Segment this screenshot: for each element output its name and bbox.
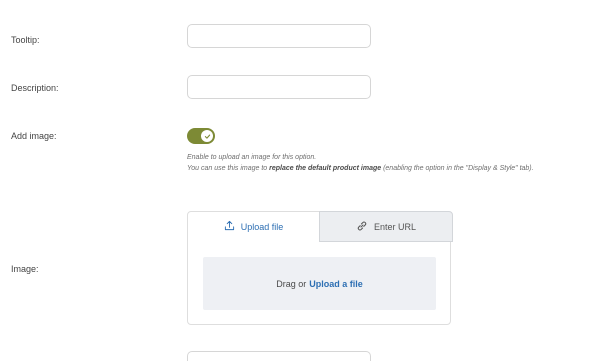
- tab-enter-url-label: Enter URL: [373, 221, 417, 232]
- add-image-toggle[interactable]: [187, 128, 215, 144]
- upload-arrow-icon: [224, 220, 241, 233]
- image-uploader: Upload file Enter URL Drag or Upload a f…: [187, 211, 453, 325]
- drop-zone-prefix: Drag or: [276, 278, 307, 289]
- file-drop-zone[interactable]: Drag or Upload a file: [203, 257, 436, 310]
- image-label: Image:: [11, 264, 39, 274]
- link-icon: [356, 220, 374, 234]
- description-input[interactable]: [187, 75, 371, 99]
- help-bold-text: replace the default product image: [269, 165, 382, 172]
- tab-upload-file-label: Upload file: [240, 221, 284, 232]
- help-line-1: Enable to upload an image for this optio…: [187, 154, 317, 161]
- description-label: Description:: [11, 83, 59, 93]
- next-field-input[interactable]: [187, 351, 371, 361]
- toggle-knob: [201, 130, 213, 142]
- add-image-label: Add image:: [11, 131, 57, 141]
- add-image-help-text: Enable to upload an image for this optio…: [187, 152, 592, 174]
- check-icon: [204, 127, 211, 145]
- tooltip-input[interactable]: [187, 24, 371, 48]
- help-line-2: You can use this image to replace the de…: [187, 165, 534, 172]
- tab-enter-url[interactable]: Enter URL: [319, 211, 453, 242]
- tooltip-label: Tooltip:: [11, 35, 40, 45]
- upload-file-link[interactable]: Upload a file: [309, 279, 363, 289]
- tab-upload-file[interactable]: Upload file: [188, 211, 319, 242]
